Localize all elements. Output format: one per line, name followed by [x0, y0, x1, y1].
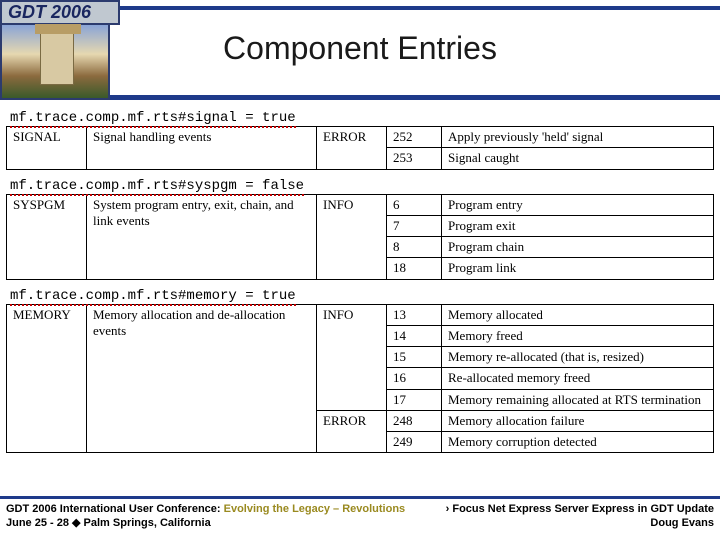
comp-code: 16 — [387, 368, 442, 389]
badge-text: GDT 2006 — [0, 0, 120, 25]
comp-note: Program entry — [442, 194, 714, 215]
comp-note: Program exit — [442, 215, 714, 236]
comp-note: Memory remaining allocated at RTS termin… — [442, 389, 714, 410]
comp-note: Signal caught — [442, 148, 714, 169]
footer-conf-accent: Evolving the Legacy – Revolutions — [224, 503, 406, 515]
footer-right: › Focus Net Express Server Express in GD… — [446, 503, 714, 531]
comp-code: 14 — [387, 325, 442, 346]
comp-code: 17 — [387, 389, 442, 410]
gdt-badge: GDT 2006 — [0, 0, 120, 100]
comp-code: 18 — [387, 258, 442, 279]
footer: GDT 2006 International User Conference: … — [0, 496, 720, 536]
comp-name: MEMORY — [7, 304, 87, 453]
comp-note: Program link — [442, 258, 714, 279]
config-line: mf.trace.comp.mf.rts#signal = true — [10, 110, 714, 126]
comp-level: INFO — [317, 304, 387, 410]
comp-code: 252 — [387, 127, 442, 148]
syspgm-table: SYSPGM System program entry, exit, chain… — [6, 194, 714, 280]
table-row: SIGNAL Signal handling events ERROR 252 … — [7, 127, 714, 148]
footer-conf-prefix: GDT 2006 International User Conference: — [6, 503, 224, 515]
comp-note: Re-allocated memory freed — [442, 368, 714, 389]
table-row: MEMORY Memory allocation and de-allocati… — [7, 304, 714, 325]
signal-table: SIGNAL Signal handling events ERROR 252 … — [6, 126, 714, 170]
table-row: SYSPGM System program entry, exit, chain… — [7, 194, 714, 215]
comp-note: Program chain — [442, 237, 714, 258]
footer-conf-line2: June 25 - 28 ◆ Palm Springs, California — [6, 517, 211, 529]
comp-level: ERROR — [317, 127, 387, 170]
comp-desc: Signal handling events — [87, 127, 317, 170]
comp-note: Memory corruption detected — [442, 432, 714, 453]
comp-desc: Memory allocation and de-allocation even… — [87, 304, 317, 453]
comp-note: Memory re-allocated (that is, resized) — [442, 347, 714, 368]
config-line: mf.trace.comp.mf.rts#memory = true — [10, 288, 714, 304]
comp-code: 249 — [387, 432, 442, 453]
comp-code: 253 — [387, 148, 442, 169]
comp-code: 248 — [387, 410, 442, 431]
footer-speaker: Doug Evans — [650, 517, 714, 529]
comp-code: 6 — [387, 194, 442, 215]
footer-left: GDT 2006 International User Conference: … — [6, 503, 405, 531]
badge-image — [0, 25, 110, 100]
comp-note: Memory allocated — [442, 304, 714, 325]
comp-code: 15 — [387, 347, 442, 368]
comp-note: Memory freed — [442, 325, 714, 346]
comp-note: Memory allocation failure — [442, 410, 714, 431]
memory-table: MEMORY Memory allocation and de-allocati… — [6, 304, 714, 454]
comp-level: ERROR — [317, 410, 387, 453]
comp-name: SYSPGM — [7, 194, 87, 279]
comp-code: 8 — [387, 237, 442, 258]
comp-level: INFO — [317, 194, 387, 279]
comp-note: Apply previously 'held' signal — [442, 127, 714, 148]
tower-icon — [40, 31, 74, 85]
footer-session: › Focus Net Express Server Express in GD… — [446, 503, 714, 515]
comp-desc: System program entry, exit, chain, and l… — [87, 194, 317, 279]
comp-code: 13 — [387, 304, 442, 325]
comp-name: SIGNAL — [7, 127, 87, 170]
content-area: mf.trace.comp.mf.rts#signal = true SIGNA… — [6, 108, 714, 494]
comp-code: 7 — [387, 215, 442, 236]
config-line: mf.trace.comp.mf.rts#syspgm = false — [10, 178, 714, 194]
